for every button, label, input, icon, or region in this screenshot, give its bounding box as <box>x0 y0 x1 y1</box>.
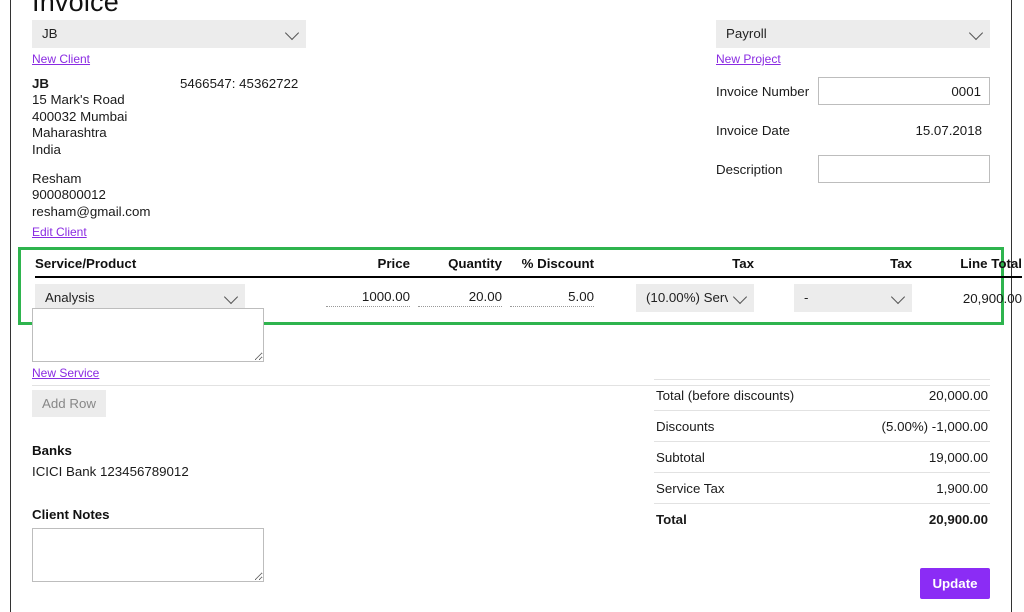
client-address-line-1: 15 Mark's Road <box>32 92 125 108</box>
header-tax-1: Tax <box>594 254 754 278</box>
client-notes-heading: Client Notes <box>32 507 110 522</box>
new-client-link[interactable]: New Client <box>32 52 90 66</box>
totals-value: 1,900.00 <box>936 480 988 496</box>
invoice-date-value: 15.07.2018 <box>915 122 982 138</box>
banks-section: Banks ICICI Bank 123456789012 <box>32 443 189 479</box>
description-field <box>816 155 990 183</box>
grand-total-label: Total <box>656 511 687 527</box>
tax-2-select-wrap[interactable]: - <box>794 284 912 312</box>
tax-1-select[interactable]: (10.00%) Serv <box>636 284 754 312</box>
totals-row-subtotal: Subtotal 19,000.00 <box>654 442 990 473</box>
client-contact-name: Resham <box>32 171 82 187</box>
totals-label: Service Tax <box>656 480 725 496</box>
client-spacer <box>32 158 452 171</box>
totals-row-grand-total: Total 20,900.00 <box>654 504 990 534</box>
invoice-date-label: Invoice Date <box>716 122 790 138</box>
cell-price <box>310 277 410 316</box>
invoice-date-field: 15.07.2018 <box>816 123 990 138</box>
discount-input[interactable] <box>510 289 594 307</box>
header-line-total: Line Total <box>912 254 1022 278</box>
project-select[interactable]: Payroll <box>716 20 990 48</box>
new-service-link[interactable]: New Service <box>32 366 99 380</box>
banks-value: ICICI Bank 123456789012 <box>32 464 189 479</box>
new-project-link[interactable]: New Project <box>716 52 781 66</box>
totals-value: (5.00%) -1,000.00 <box>881 418 988 434</box>
totals-value: 19,000.00 <box>928 449 988 465</box>
client-address-line-3: Maharashtra <box>32 125 107 141</box>
cell-quantity <box>410 277 502 316</box>
cell-line-total: 20,900.00 <box>962 290 1022 306</box>
client-notes-textarea[interactable] <box>32 528 264 582</box>
invoice-page: Invoice JB New Client JB 15 Mark's Road … <box>18 0 1022 612</box>
service-note-textarea[interactable] <box>32 308 264 362</box>
invoice-number-label: Invoice Number <box>716 83 810 99</box>
project-select-wrap[interactable]: Payroll <box>716 20 990 48</box>
grand-total-value: 20,900.00 <box>928 511 988 527</box>
description-input[interactable] <box>818 155 990 183</box>
banks-heading: Banks <box>32 443 72 458</box>
header-discount: % Discount <box>502 254 594 278</box>
cell-tax-2: - <box>754 277 912 316</box>
cell-tax-1: (10.00%) Serv <box>594 277 754 316</box>
price-input[interactable] <box>326 289 410 307</box>
invoice-number-field <box>816 77 990 105</box>
totals-panel: Total (before discounts) 20,000.00 Disco… <box>654 379 990 534</box>
header-quantity: Quantity <box>410 254 502 278</box>
client-select-wrap[interactable]: JB <box>32 20 306 48</box>
totals-row-discounts: Discounts (5.00%) -1,000.00 <box>654 411 990 442</box>
client-contact-phone: 9000800012 <box>32 187 106 203</box>
totals-label: Discounts <box>656 418 715 434</box>
add-row-button[interactable]: Add Row <box>32 390 106 417</box>
invoice-number-row: Invoice Number <box>716 77 990 105</box>
client-select[interactable]: JB <box>32 20 306 48</box>
header-tax-2: Tax <box>754 254 912 278</box>
client-contact-email: resham@gmail.com <box>32 203 151 219</box>
invoice-number-input[interactable] <box>818 77 990 105</box>
service-note-block: New Service <box>32 308 264 380</box>
description-row: Description <box>716 155 990 183</box>
header-price: Price <box>310 254 410 278</box>
totals-row-service-tax: Service Tax 1,900.00 <box>654 473 990 504</box>
header-service: Service/Product <box>35 254 310 278</box>
tax-1-select-wrap[interactable]: (10.00%) Serv <box>636 284 754 312</box>
totals-value: 20,000.00 <box>928 387 988 403</box>
quantity-input[interactable] <box>418 289 502 307</box>
totals-label: Total (before discounts) <box>656 387 795 403</box>
cell-discount <box>502 277 594 316</box>
page-title: Invoice <box>32 0 119 17</box>
client-address-line-2: 400032 Mumbai <box>32 108 128 124</box>
description-label: Description <box>716 161 783 177</box>
update-button[interactable]: Update <box>920 568 990 599</box>
table-header-row: Service/Product Price Quantity % Discoun… <box>35 254 1022 278</box>
invoice-date-row: Invoice Date 15.07.2018 <box>716 116 990 144</box>
client-address-line-4: India <box>32 141 61 157</box>
tax-2-select[interactable]: - <box>794 284 912 312</box>
client-panel: JB New Client JB 15 Mark's Road 400032 M… <box>32 20 452 241</box>
edit-client-link[interactable]: Edit Client <box>32 224 87 240</box>
client-notes-section: Client Notes <box>32 507 264 582</box>
line-items-table: Service/Product Price Quantity % Discoun… <box>35 254 1022 316</box>
client-details: JB 15 Mark's Road 400032 Mumbai Maharash… <box>32 76 452 241</box>
project-panel: Payroll New Project Invoice Number Invoi… <box>716 20 990 183</box>
totals-label: Subtotal <box>656 449 705 465</box>
totals-row-before-discounts: Total (before discounts) 20,000.00 <box>654 380 990 411</box>
client-registration-number: 5466547: 45362722 <box>180 76 299 91</box>
